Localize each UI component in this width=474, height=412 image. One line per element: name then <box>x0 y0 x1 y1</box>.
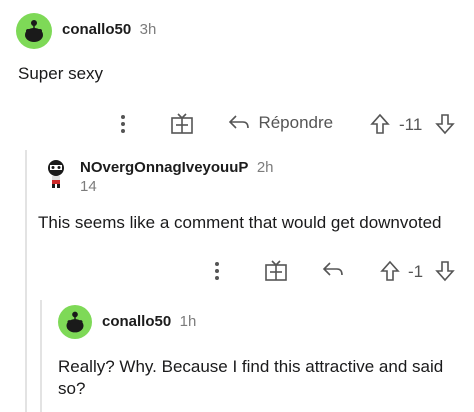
upvote-button[interactable] <box>380 260 400 287</box>
snoo-icon <box>66 311 84 333</box>
reply-button[interactable]: Répondre <box>228 113 333 133</box>
more-vertical-icon[interactable] <box>210 260 224 287</box>
downvote-button[interactable] <box>435 260 455 287</box>
user-flair: 14 <box>80 178 97 195</box>
reply-arrow-icon <box>322 262 343 276</box>
downvote-button[interactable] <box>435 113 455 140</box>
reply-button[interactable] <box>322 260 344 285</box>
comment-text: This seems like a comment that would get… <box>38 213 442 232</box>
thread-line <box>40 300 42 412</box>
downvote-icon <box>435 114 455 135</box>
avatar[interactable] <box>16 13 52 49</box>
gift-icon[interactable] <box>264 260 288 287</box>
timestamp: 2h <box>256 159 274 176</box>
avatar[interactable] <box>58 305 92 339</box>
score: -11 <box>399 115 423 134</box>
downvote-icon <box>435 261 455 282</box>
username[interactable]: conallo50 <box>102 313 171 330</box>
comment-text: Really? Why. Because I find this attract… <box>58 357 444 398</box>
thread-line <box>25 150 27 412</box>
username[interactable]: conallo50 <box>62 21 131 38</box>
reply-label: Répondre <box>258 113 334 132</box>
snoo-icon <box>25 20 43 42</box>
upvote-icon <box>370 113 390 134</box>
upvote-button[interactable] <box>370 113 390 140</box>
avatar[interactable] <box>44 158 68 190</box>
comment-text: Super sexy <box>18 64 104 83</box>
more-vertical-icon[interactable] <box>116 113 130 140</box>
timestamp: 3h <box>139 21 157 38</box>
score: -1 <box>408 262 424 281</box>
snoo-costume-icon <box>48 160 64 188</box>
reply-arrow-icon <box>228 115 249 129</box>
timestamp: 1h <box>179 313 197 330</box>
username[interactable]: NOvergOnnagIveyouuP <box>80 159 248 176</box>
gift-icon[interactable] <box>170 113 194 140</box>
upvote-icon <box>380 260 400 281</box>
